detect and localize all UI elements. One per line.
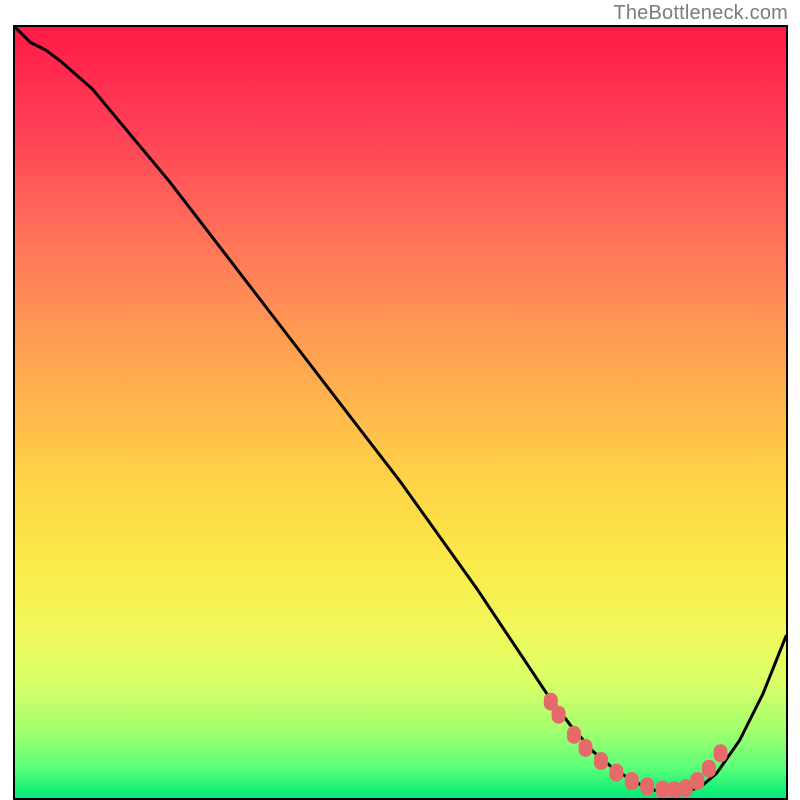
attribution-text: TheBottleneck.com (613, 2, 788, 25)
curve-svg (15, 27, 786, 798)
optimal-markers (544, 693, 728, 798)
curve-line (15, 27, 786, 793)
chart-frame: TheBottleneck.com (0, 0, 800, 800)
plot-area (13, 25, 788, 800)
